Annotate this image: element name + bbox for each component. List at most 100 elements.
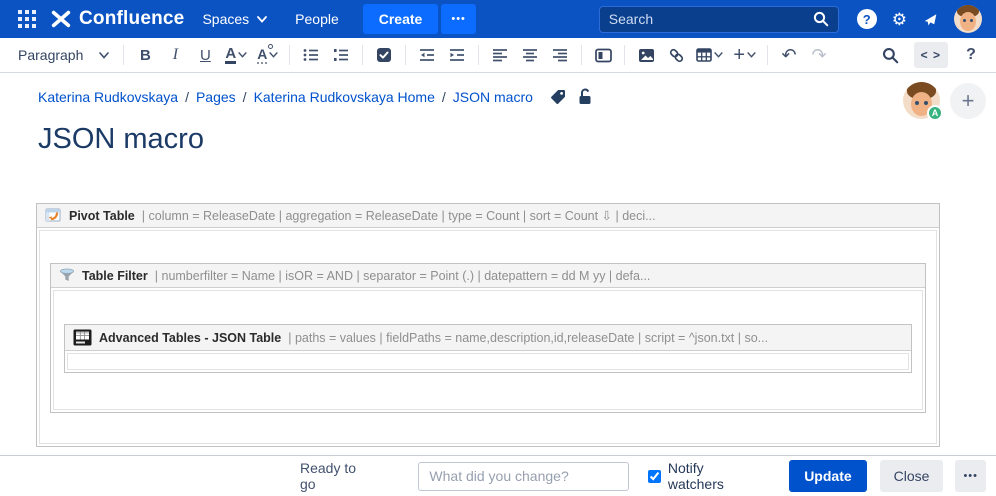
redo-button[interactable]: ↷ bbox=[806, 42, 832, 68]
page-collaborators: A + bbox=[903, 82, 986, 121]
breadcrumb-separator: / bbox=[185, 88, 189, 105]
numbered-list-icon bbox=[334, 49, 349, 61]
chevron-down-icon bbox=[99, 51, 110, 59]
macro-json-table-body[interactable] bbox=[67, 353, 909, 370]
paragraph-style-dropdown[interactable]: Paragraph bbox=[12, 42, 115, 68]
close-button[interactable]: Close bbox=[879, 460, 944, 492]
italic-button[interactable]: I bbox=[162, 42, 188, 68]
breadcrumb-space[interactable]: Katerina Rudkovskaya bbox=[38, 89, 178, 105]
nav-people[interactable]: People bbox=[285, 5, 349, 33]
invite-editor-button[interactable]: + bbox=[950, 82, 986, 119]
macro-table-filter[interactable]: Table Filter | numberfilter = Name | isO… bbox=[50, 263, 926, 413]
breadcrumb: Katerina Rudkovskaya / Pages / Katerina … bbox=[38, 88, 592, 105]
macro-json-table[interactable]: Advanced Tables - JSON Table | paths = v… bbox=[64, 324, 912, 373]
align-right-button[interactable] bbox=[547, 42, 573, 68]
editor-footer-bar: Ready to go Notify watchers Update Close… bbox=[0, 455, 996, 496]
underline-button[interactable]: U bbox=[192, 42, 218, 68]
create-button[interactable]: Create bbox=[362, 4, 439, 34]
bullet-list-button[interactable] bbox=[298, 42, 324, 68]
breadcrumb-home[interactable]: Katerina Rudkovskaya Home bbox=[254, 89, 435, 105]
macro-pivot-table-body[interactable]: Table Filter | numberfilter = Name | isO… bbox=[39, 230, 937, 444]
search-input[interactable] bbox=[608, 11, 813, 27]
save-status-text: Ready to go bbox=[300, 460, 357, 492]
help-icon: ? bbox=[856, 9, 877, 29]
breadcrumb-pages[interactable]: Pages bbox=[196, 89, 236, 105]
help-button[interactable]: ? bbox=[856, 9, 877, 29]
announcements-button[interactable] bbox=[922, 11, 939, 28]
align-left-icon bbox=[493, 49, 508, 62]
topbar-more-button[interactable]: ••• bbox=[441, 4, 476, 34]
nav-spaces[interactable]: Spaces bbox=[192, 5, 277, 33]
grid-icon bbox=[18, 10, 36, 28]
labels-tag-icon[interactable] bbox=[550, 89, 566, 105]
insert-files-button[interactable] bbox=[633, 42, 659, 68]
align-center-button[interactable] bbox=[517, 42, 543, 68]
editor-avatar[interactable]: A bbox=[903, 82, 943, 121]
align-left-button[interactable] bbox=[487, 42, 513, 68]
editor-toolbar: Paragraph B I U A A + ↶ ↷ < > ? bbox=[0, 38, 996, 73]
undo-button[interactable]: ↶ bbox=[776, 42, 802, 68]
insert-more-dropdown[interactable]: + bbox=[730, 42, 759, 68]
macro-json-table-header[interactable]: Advanced Tables - JSON Table | paths = v… bbox=[65, 325, 911, 351]
macro-table-filter-header[interactable]: Table Filter | numberfilter = Name | isO… bbox=[51, 264, 925, 288]
task-checkbox-icon bbox=[377, 48, 392, 62]
editor-content-area: Katerina Rudkovskaya / Pages / Katerina … bbox=[0, 73, 996, 455]
link-icon bbox=[669, 48, 683, 62]
top-navigation-bar: Confluence Spaces People Create ••• ? ⚙ bbox=[0, 0, 996, 38]
version-comment-input[interactable] bbox=[418, 461, 629, 491]
notify-watchers-label: Notify watchers bbox=[667, 460, 724, 492]
nav-people-label: People bbox=[295, 11, 339, 27]
chevron-down-icon bbox=[747, 52, 756, 58]
source-editor-button[interactable]: < > bbox=[913, 42, 948, 68]
text-styles-icon: A bbox=[257, 44, 274, 64]
user-avatar[interactable] bbox=[954, 5, 982, 33]
image-icon bbox=[638, 48, 654, 62]
outdent-button[interactable] bbox=[414, 42, 440, 68]
confluence-logo[interactable]: Confluence bbox=[50, 8, 184, 30]
table-icon bbox=[696, 48, 713, 62]
breadcrumb-current-page[interactable]: JSON macro bbox=[453, 89, 533, 105]
chevron-down-icon bbox=[714, 52, 723, 58]
footer-more-button[interactable]: ••• bbox=[955, 460, 986, 492]
logo-text: Confluence bbox=[79, 8, 185, 29]
paragraph-style-label: Paragraph bbox=[18, 47, 84, 63]
settings-button[interactable]: ⚙ bbox=[892, 11, 907, 28]
plus-icon: + bbox=[733, 44, 746, 66]
bullet-list-icon bbox=[303, 49, 319, 61]
presence-badge: A bbox=[927, 105, 943, 121]
confluence-mark-icon bbox=[51, 10, 71, 28]
numbered-list-button[interactable] bbox=[328, 42, 354, 68]
breadcrumb-separator: / bbox=[242, 88, 247, 105]
breadcrumb-separator: / bbox=[441, 88, 446, 105]
editor-help-button[interactable]: ? bbox=[958, 42, 984, 68]
insert-table-dropdown[interactable] bbox=[693, 42, 726, 68]
gear-icon: ⚙ bbox=[891, 9, 907, 29]
table-filter-icon bbox=[59, 268, 75, 283]
macro-name: Pivot Table bbox=[69, 208, 135, 223]
task-list-button[interactable] bbox=[371, 42, 397, 68]
insert-link-button[interactable] bbox=[663, 42, 689, 68]
page-title[interactable]: JSON macro bbox=[38, 123, 204, 156]
macro-pivot-table[interactable]: Pivot Table | column = ReleaseDate | agg… bbox=[36, 203, 940, 447]
unlocked-icon[interactable] bbox=[578, 88, 592, 105]
macro-pivot-table-header[interactable]: Pivot Table | column = ReleaseDate | agg… bbox=[37, 204, 939, 228]
page-layout-button[interactable] bbox=[590, 42, 616, 68]
indent-icon bbox=[450, 49, 465, 61]
indent-button[interactable] bbox=[444, 42, 470, 68]
global-search-field[interactable] bbox=[598, 5, 839, 33]
app-switcher-icon[interactable] bbox=[12, 4, 42, 34]
macro-params: | numberfilter = Name | isOR = AND | sep… bbox=[154, 268, 651, 283]
json-table-icon bbox=[73, 329, 92, 346]
search-icon bbox=[813, 11, 829, 27]
chevron-down-icon bbox=[238, 52, 247, 58]
notify-watchers-checkbox[interactable] bbox=[647, 469, 661, 483]
update-button[interactable]: Update bbox=[789, 460, 867, 492]
search-icon bbox=[883, 47, 899, 63]
find-replace-button[interactable] bbox=[878, 42, 904, 68]
page-layout-icon bbox=[595, 48, 612, 62]
text-styles-dropdown[interactable]: A bbox=[254, 42, 281, 68]
text-color-dropdown[interactable]: A bbox=[222, 42, 250, 68]
macro-table-filter-body[interactable]: Advanced Tables - JSON Table | paths = v… bbox=[53, 290, 923, 410]
bold-button[interactable]: B bbox=[132, 42, 158, 68]
notify-watchers-control[interactable]: Notify watchers bbox=[647, 460, 751, 492]
